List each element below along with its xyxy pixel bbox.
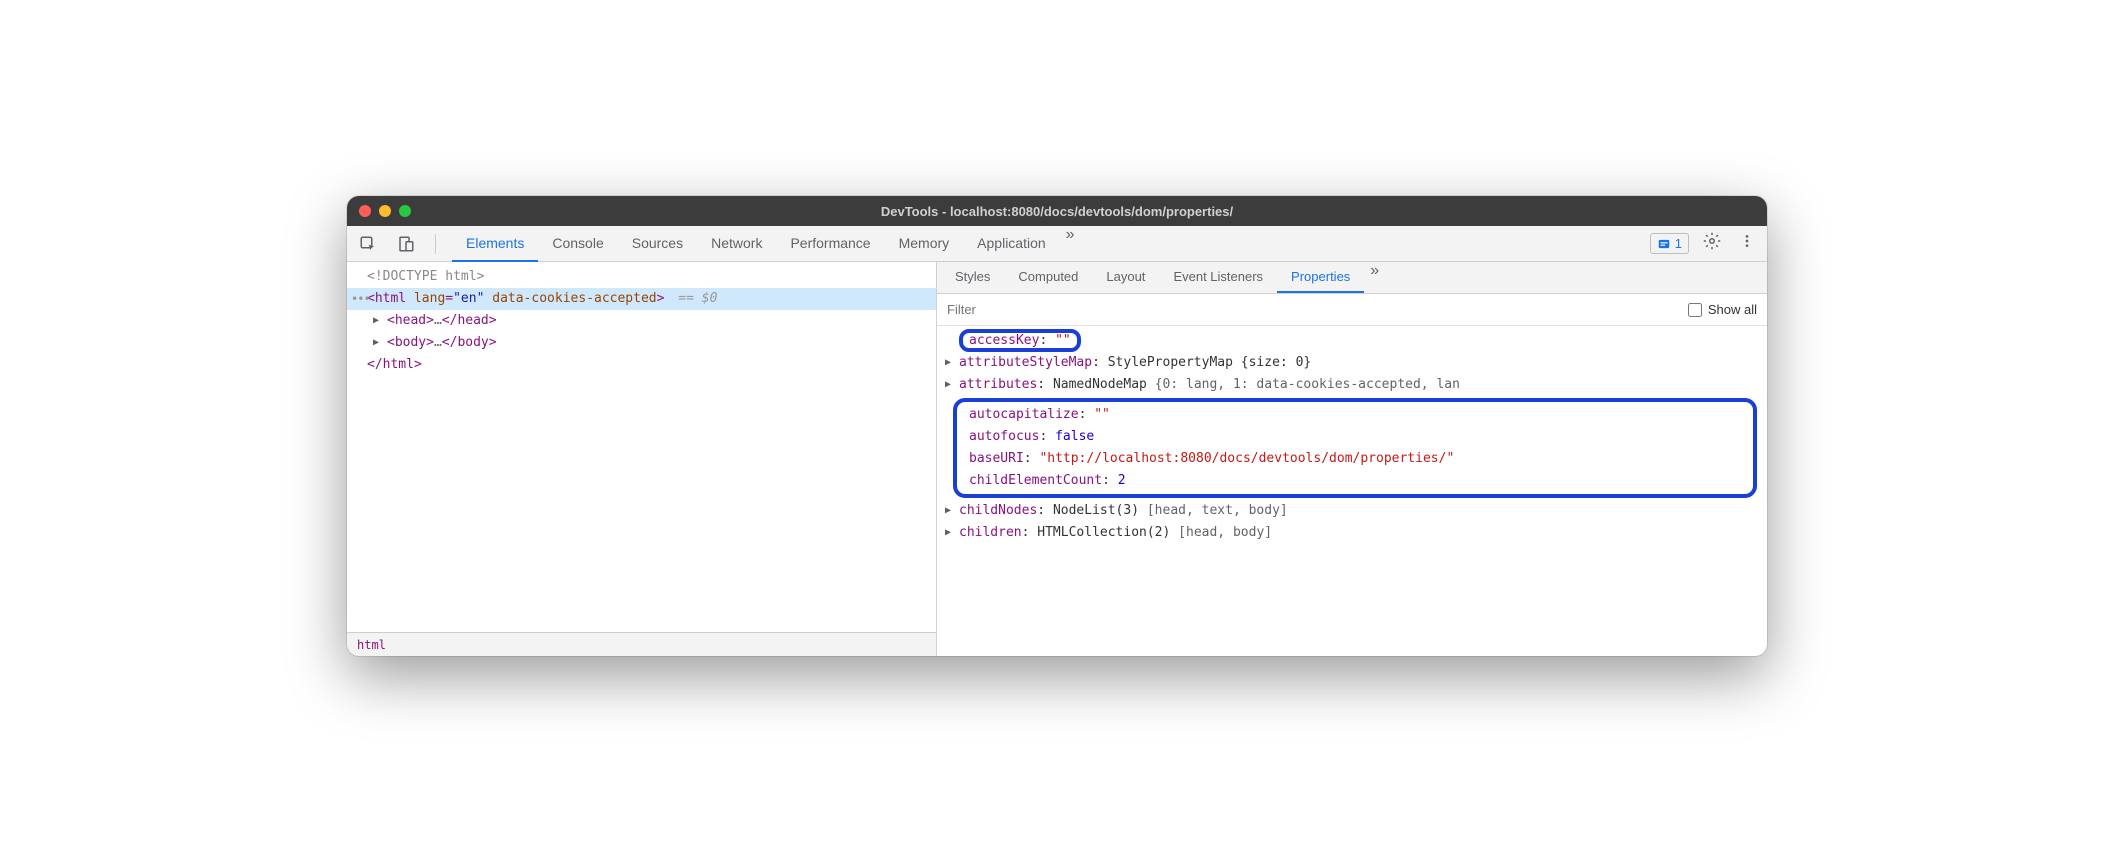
expand-triangle-icon[interactable]: ▶ — [373, 311, 379, 331]
head-element-line[interactable]: ▶ <head>…</head> — [347, 310, 936, 332]
expand-triangle-icon[interactable]: ▶ — [945, 500, 951, 522]
filter-input[interactable] — [947, 302, 1678, 317]
main-toolbar: Elements Console Sources Network Perform… — [347, 226, 1767, 262]
html-element-line[interactable]: ••• <html lang="en" data-cookies-accepte… — [347, 288, 936, 310]
more-menu-vdots-icon[interactable] — [1735, 233, 1759, 254]
more-tabs-chevron-icon[interactable]: » — [1060, 226, 1081, 262]
filter-row: Show all — [937, 294, 1767, 326]
inspect-element-icon[interactable] — [355, 231, 381, 257]
minimize-window-button[interactable] — [379, 205, 391, 217]
tab-sources[interactable]: Sources — [618, 226, 697, 262]
breadcrumb[interactable]: html — [347, 632, 936, 656]
settings-gear-icon[interactable] — [1699, 232, 1725, 255]
dollar-zero-indicator: == $0 — [678, 291, 717, 306]
close-window-button[interactable] — [359, 205, 371, 217]
side-tab-styles[interactable]: Styles — [941, 262, 1004, 293]
main-tabs: Elements Console Sources Network Perform… — [452, 226, 1081, 262]
show-all-toggle[interactable]: Show all — [1688, 302, 1757, 317]
tab-application[interactable]: Application — [963, 226, 1060, 262]
prop-autofocus[interactable]: autofocus: false — [963, 426, 1747, 448]
prop-accesskey[interactable]: accessKey: "" — [943, 330, 1761, 352]
side-tabs: Styles Computed Layout Event Listeners P… — [937, 262, 1767, 294]
html-close-line[interactable]: </html> — [347, 354, 936, 376]
prop-children[interactable]: ▶ children: HTMLCollection(2) [head, bod… — [943, 522, 1761, 544]
titlebar: DevTools - localhost:8080/docs/devtools/… — [347, 196, 1767, 226]
prop-childelementcount[interactable]: childElementCount: 2 — [963, 470, 1747, 492]
show-all-checkbox[interactable] — [1688, 303, 1702, 317]
side-tab-properties[interactable]: Properties — [1277, 262, 1364, 293]
traffic-lights — [359, 205, 411, 217]
doctype-line[interactable]: <!DOCTYPE html> — [347, 266, 936, 288]
prop-autocapitalize[interactable]: autocapitalize: "" — [963, 404, 1747, 426]
tab-elements[interactable]: Elements — [452, 226, 538, 262]
more-side-tabs-chevron-icon[interactable]: » — [1364, 262, 1385, 293]
highlight-ring: accessKey: "" — [959, 329, 1081, 352]
highlight-block: autocapitalize: "" autofocus: false base… — [953, 398, 1757, 498]
show-all-label: Show all — [1708, 302, 1757, 317]
dom-tree[interactable]: <!DOCTYPE html> ••• <html lang="en" data… — [347, 262, 936, 632]
expand-triangle-icon[interactable]: ▶ — [373, 333, 379, 353]
tab-memory[interactable]: Memory — [885, 226, 964, 262]
prop-childnodes[interactable]: ▶ childNodes: NodeList(3) [head, text, b… — [943, 500, 1761, 522]
expand-triangle-icon[interactable]: ▶ — [945, 352, 951, 374]
side-tab-event-listeners[interactable]: Event Listeners — [1159, 262, 1277, 293]
expand-triangle-icon[interactable]: ▶ — [945, 374, 951, 396]
maximize-window-button[interactable] — [399, 205, 411, 217]
devtools-window: DevTools - localhost:8080/docs/devtools/… — [347, 196, 1767, 656]
sidebar-panel: Styles Computed Layout Event Listeners P… — [937, 262, 1767, 656]
body-element-line[interactable]: ▶ <body>…</body> — [347, 332, 936, 354]
separator — [435, 234, 436, 254]
side-tab-layout[interactable]: Layout — [1092, 262, 1159, 293]
content-area: <!DOCTYPE html> ••• <html lang="en" data… — [347, 262, 1767, 656]
issues-badge[interactable]: 1 — [1650, 233, 1689, 254]
prop-baseuri[interactable]: baseURI: "http://localhost:8080/docs/dev… — [963, 448, 1747, 470]
side-tab-computed[interactable]: Computed — [1004, 262, 1092, 293]
selection-dots-icon: ••• — [351, 289, 370, 309]
tab-network[interactable]: Network — [697, 226, 776, 262]
issues-count: 1 — [1675, 236, 1682, 251]
expand-triangle-icon[interactable]: ▶ — [945, 522, 951, 544]
tab-console[interactable]: Console — [538, 226, 617, 262]
tab-performance[interactable]: Performance — [776, 226, 884, 262]
prop-attributes[interactable]: ▶ attributes: NamedNodeMap {0: lang, 1: … — [943, 374, 1761, 396]
device-toolbar-icon[interactable] — [393, 231, 419, 257]
properties-list[interactable]: accessKey: "" ▶ attributeStyleMap: Style… — [937, 326, 1767, 656]
window-title: DevTools - localhost:8080/docs/devtools/… — [347, 204, 1767, 219]
elements-panel: <!DOCTYPE html> ••• <html lang="en" data… — [347, 262, 937, 656]
prop-attributestylemap[interactable]: ▶ attributeStyleMap: StylePropertyMap {s… — [943, 352, 1761, 374]
